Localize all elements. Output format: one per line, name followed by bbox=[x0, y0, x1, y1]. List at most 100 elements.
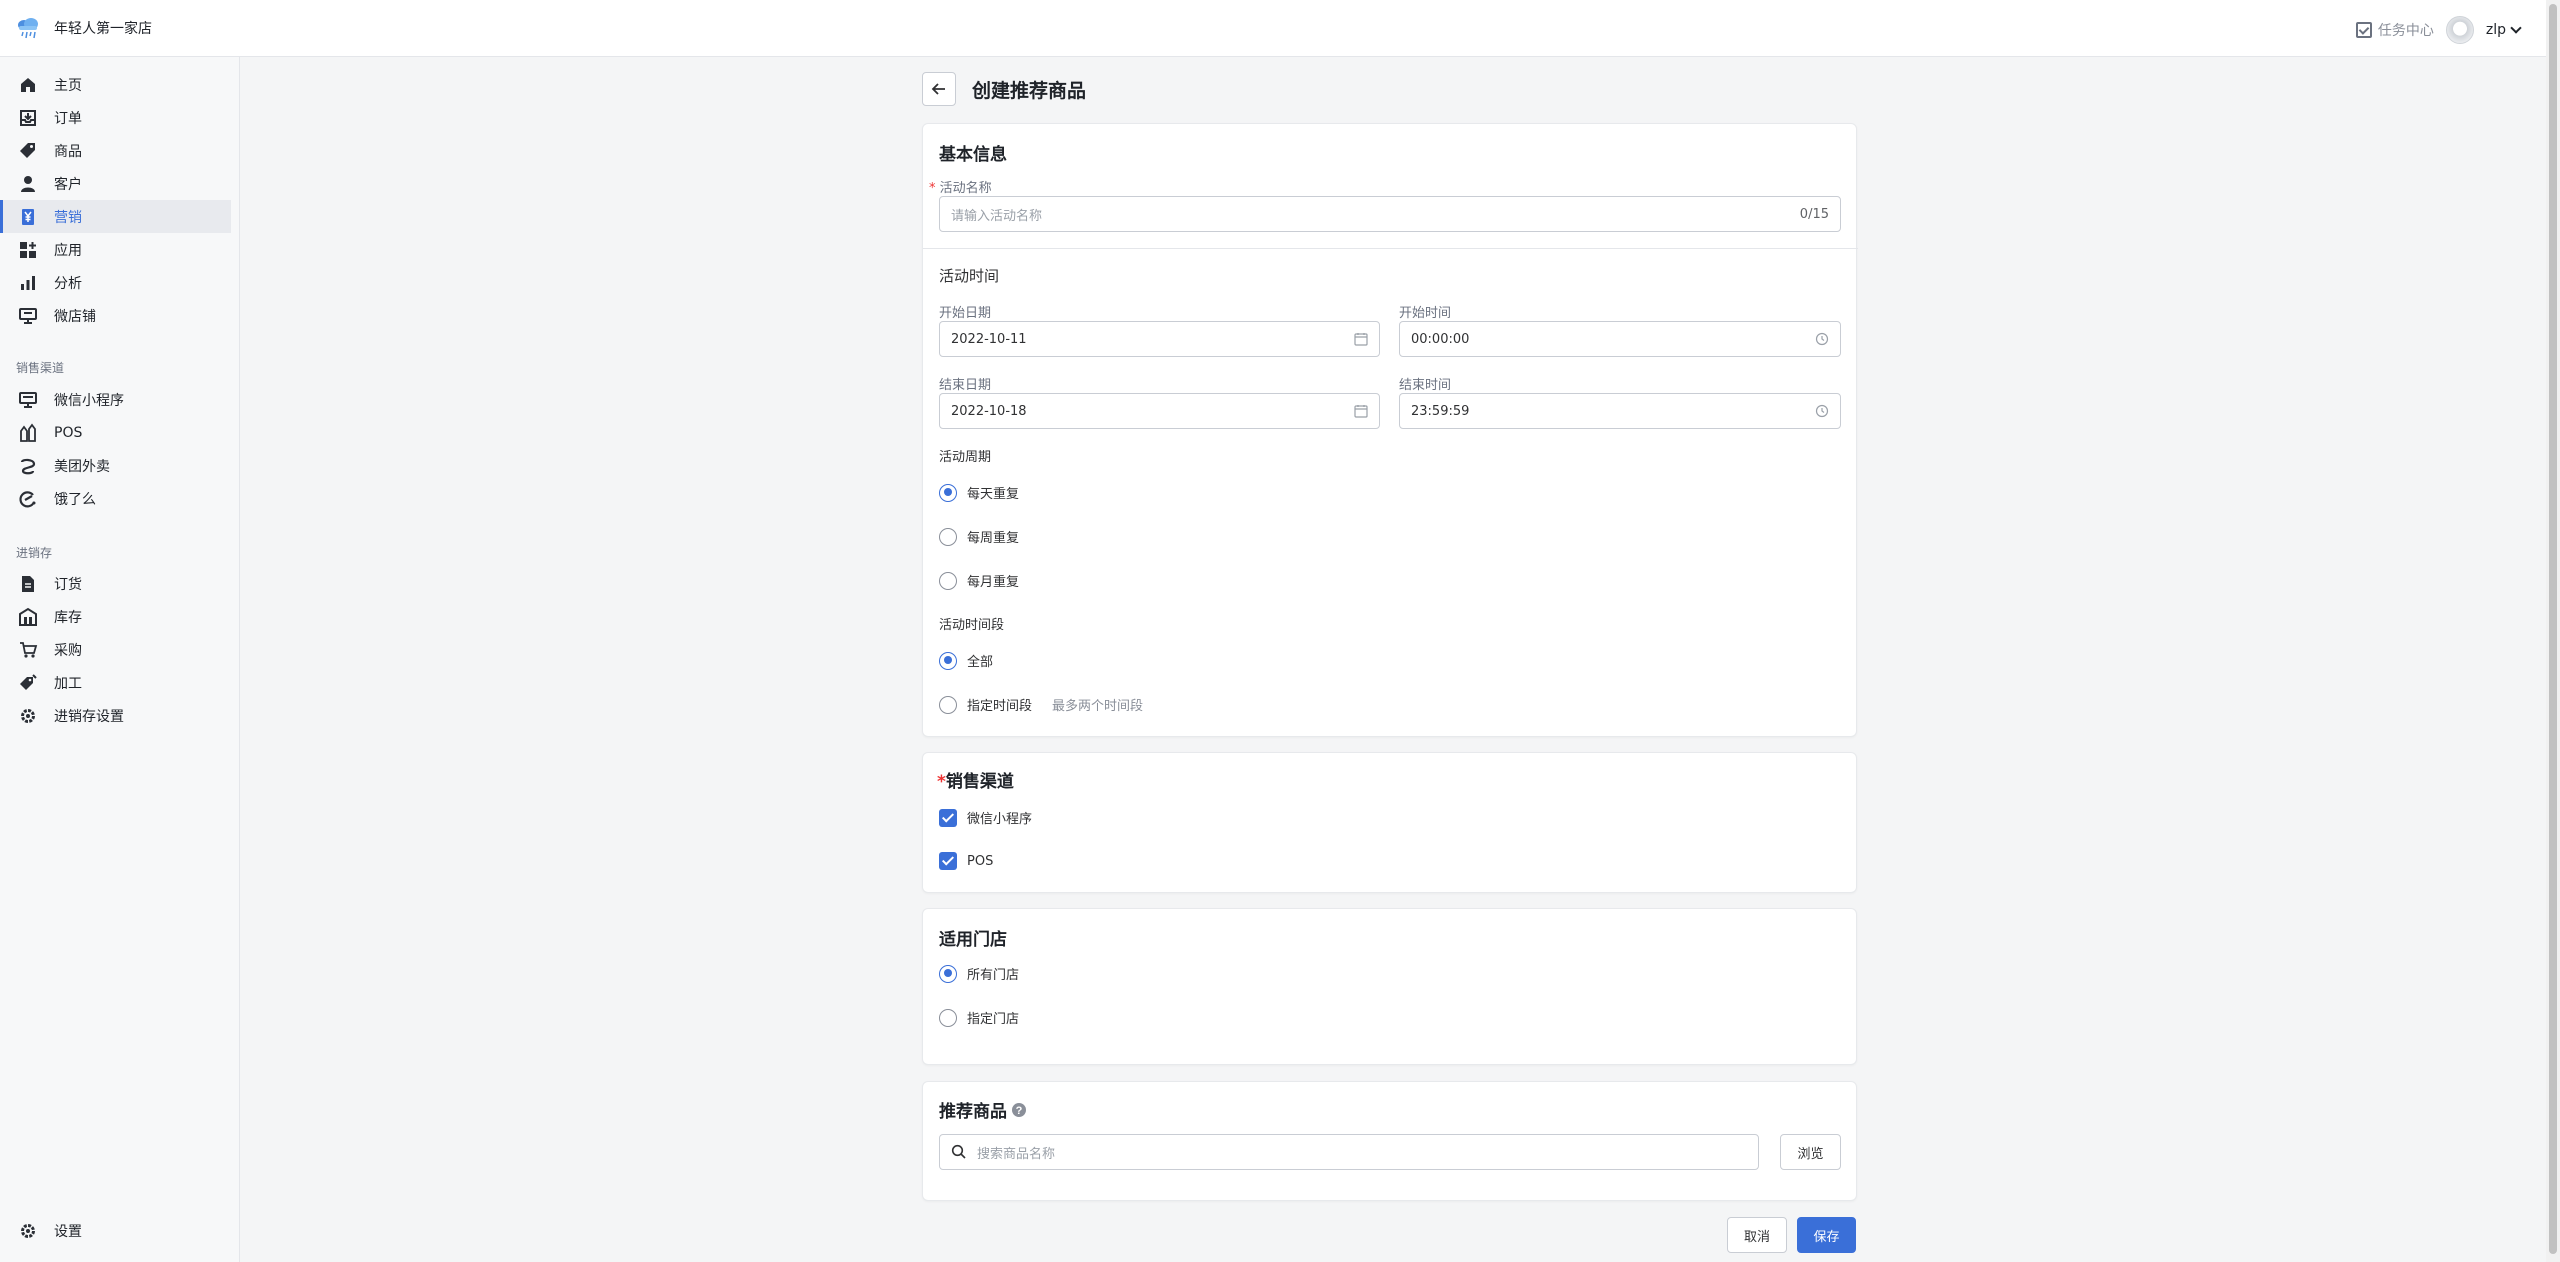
avatar[interactable] bbox=[2445, 16, 2474, 44]
page-title: 创建推荐商品 bbox=[972, 79, 1087, 102]
task-check-icon bbox=[2355, 22, 2372, 38]
sidebar-item-meituan[interactable]: 美团外卖 bbox=[0, 449, 240, 482]
calendar-icon bbox=[1354, 405, 1368, 418]
radio-checked bbox=[939, 964, 957, 983]
cloud-logo-icon bbox=[18, 18, 38, 39]
sidebar-item-purchase[interactable]: 采购 bbox=[0, 633, 240, 666]
calendar-icon bbox=[1354, 333, 1368, 346]
start-time-input[interactable]: 00:00:00 bbox=[1399, 321, 1841, 357]
activity-cycle-title: 活动周期 bbox=[939, 450, 992, 465]
chevron-down-icon bbox=[2510, 22, 2522, 34]
browse-button[interactable]: 浏览 bbox=[1780, 1134, 1841, 1170]
arrow-left-icon bbox=[931, 83, 945, 95]
bar-chart-icon bbox=[18, 273, 38, 293]
sidebar-item-wechat-mini[interactable]: 微信小程序 bbox=[0, 383, 240, 416]
cancel-button[interactable]: 取消 bbox=[1727, 1217, 1787, 1253]
back-button[interactable] bbox=[922, 72, 956, 106]
sidebar-item-products[interactable]: 商品 bbox=[0, 134, 240, 167]
task-center-label: 任务中心 bbox=[2377, 23, 2434, 39]
start-date-input[interactable]: 2022-10-11 bbox=[939, 321, 1380, 357]
pos-icon bbox=[18, 423, 38, 443]
search-icon bbox=[951, 1144, 966, 1159]
cycle-weekly-radio[interactable]: 每周重复 bbox=[939, 527, 1019, 546]
cart-icon bbox=[18, 640, 38, 660]
sidebar-item-stock[interactable]: 库存 bbox=[0, 600, 240, 633]
radio-unchecked bbox=[939, 527, 957, 546]
sidebar-item-microstore[interactable]: 微店铺 bbox=[0, 299, 240, 332]
page-scrollbar[interactable] bbox=[2546, 0, 2560, 1262]
order-icon bbox=[18, 108, 38, 128]
stores-all-radio[interactable]: 所有门店 bbox=[939, 964, 1019, 983]
store-brand[interactable]: 年轻人第一家店 bbox=[14, 14, 152, 42]
sidebar-item-marketing[interactable]: 营销 bbox=[0, 200, 231, 233]
meituan-icon bbox=[18, 456, 38, 476]
sidebar-item-inventory-settings[interactable]: 进销存设置 bbox=[0, 699, 240, 732]
sidebar: 主页 订单 商品 客户 营销 应用 分析 微店铺 销售渠道 微信小程序 POS … bbox=[0, 57, 240, 1262]
stores-card: 适用门店 所有门店 指定门店 bbox=[922, 908, 1857, 1065]
end-date-input[interactable]: 2022-10-18 bbox=[939, 393, 1380, 429]
stores-custom-radio[interactable]: 指定门店 bbox=[939, 1008, 1019, 1027]
sidebar-main-nav: 主页 订单 商品 客户 营销 应用 分析 微店铺 bbox=[0, 68, 240, 332]
svg-text:?: ? bbox=[1016, 1105, 1023, 1117]
page-header: 创建推荐商品 bbox=[922, 72, 1086, 106]
start-time-label: 开始时间 bbox=[1399, 306, 1452, 321]
sidebar-item-eleme[interactable]: 饿了么 bbox=[0, 482, 240, 515]
yen-icon bbox=[18, 207, 38, 227]
period-hint: 最多两个时间段 bbox=[1052, 699, 1144, 714]
sidebar-bottom-nav: 设置 bbox=[0, 1214, 240, 1247]
period-all-radio[interactable]: 全部 bbox=[939, 651, 993, 670]
end-date-label: 结束日期 bbox=[939, 378, 992, 393]
end-time-input[interactable]: 23:59:59 bbox=[1399, 393, 1841, 429]
radio-unchecked bbox=[939, 1008, 957, 1027]
gear-icon bbox=[18, 706, 38, 726]
storefront-icon bbox=[18, 306, 38, 326]
warehouse-icon bbox=[18, 607, 38, 627]
activity-name-input[interactable]: 请输入活动名称 0/15 bbox=[939, 196, 1841, 232]
char-counter: 0/15 bbox=[1799, 206, 1829, 222]
sidebar-item-settings[interactable]: 设置 bbox=[0, 1214, 240, 1247]
sales-channels-title: *销售渠道 bbox=[937, 772, 1014, 792]
store-name: 年轻人第一家店 bbox=[54, 21, 152, 37]
checkbox-checked bbox=[939, 852, 957, 870]
radio-unchecked bbox=[939, 695, 957, 714]
end-time-label: 结束时间 bbox=[1399, 378, 1452, 393]
clock-icon bbox=[1815, 404, 1829, 418]
gear-icon bbox=[18, 1221, 38, 1241]
save-button[interactable]: 保存 bbox=[1797, 1217, 1856, 1253]
sales-channels-section-title: 销售渠道 bbox=[16, 360, 65, 375]
top-bar: 年轻人第一家店 任务中心 zlp bbox=[0, 0, 2560, 57]
help-icon[interactable]: ? bbox=[1011, 1102, 1027, 1118]
recommended-products-card: 推荐商品 ? 搜索商品名称 浏览 bbox=[922, 1081, 1857, 1201]
sidebar-item-analytics[interactable]: 分析 bbox=[0, 266, 240, 299]
cycle-daily-radio[interactable]: 每天重复 bbox=[939, 483, 1019, 502]
home-icon bbox=[18, 75, 38, 95]
sidebar-sales-nav: 微信小程序 POS 美团外卖 饿了么 bbox=[0, 383, 240, 515]
start-date-label: 开始日期 bbox=[939, 306, 992, 321]
clock-icon bbox=[1815, 332, 1829, 346]
sidebar-item-pos[interactable]: POS bbox=[0, 416, 240, 449]
scrollbar-thumb[interactable] bbox=[2549, 4, 2557, 1254]
sidebar-item-ordering[interactable]: 订货 bbox=[0, 567, 240, 600]
basic-info-card: 基本信息 * 活动名称 请输入活动名称 0/15 活动时间 开始日期 2022-… bbox=[922, 123, 1858, 737]
eleme-icon bbox=[18, 489, 38, 509]
user-menu[interactable]: zlp bbox=[2486, 22, 2522, 38]
sidebar-item-home[interactable]: 主页 bbox=[0, 68, 240, 101]
sidebar-item-customers[interactable]: 客户 bbox=[0, 167, 240, 200]
sidebar-item-orders[interactable]: 订单 bbox=[0, 101, 240, 134]
monitor-icon bbox=[18, 390, 38, 410]
product-search-input[interactable]: 搜索商品名称 bbox=[939, 1134, 1759, 1170]
task-center-link[interactable]: 任务中心 bbox=[2355, 20, 2434, 40]
person-icon bbox=[18, 174, 38, 194]
cycle-monthly-radio[interactable]: 每月重复 bbox=[939, 571, 1019, 590]
period-custom-radio[interactable]: 指定时间段 最多两个时间段 bbox=[939, 695, 1143, 714]
sidebar-item-apps[interactable]: 应用 bbox=[0, 233, 240, 266]
channel-wechat-checkbox[interactable]: 微信小程序 bbox=[939, 808, 1032, 827]
channel-pos-checkbox[interactable]: POS bbox=[939, 852, 993, 870]
radio-checked bbox=[939, 651, 957, 670]
apps-icon bbox=[18, 240, 38, 260]
recommended-products-title: 推荐商品 ? bbox=[939, 1097, 1027, 1122]
activity-time-title: 活动时间 bbox=[939, 267, 1000, 285]
sidebar-item-processing[interactable]: 加工 bbox=[0, 666, 240, 699]
checkbox-checked bbox=[939, 808, 957, 827]
stores-title: 适用门店 bbox=[939, 930, 1007, 950]
